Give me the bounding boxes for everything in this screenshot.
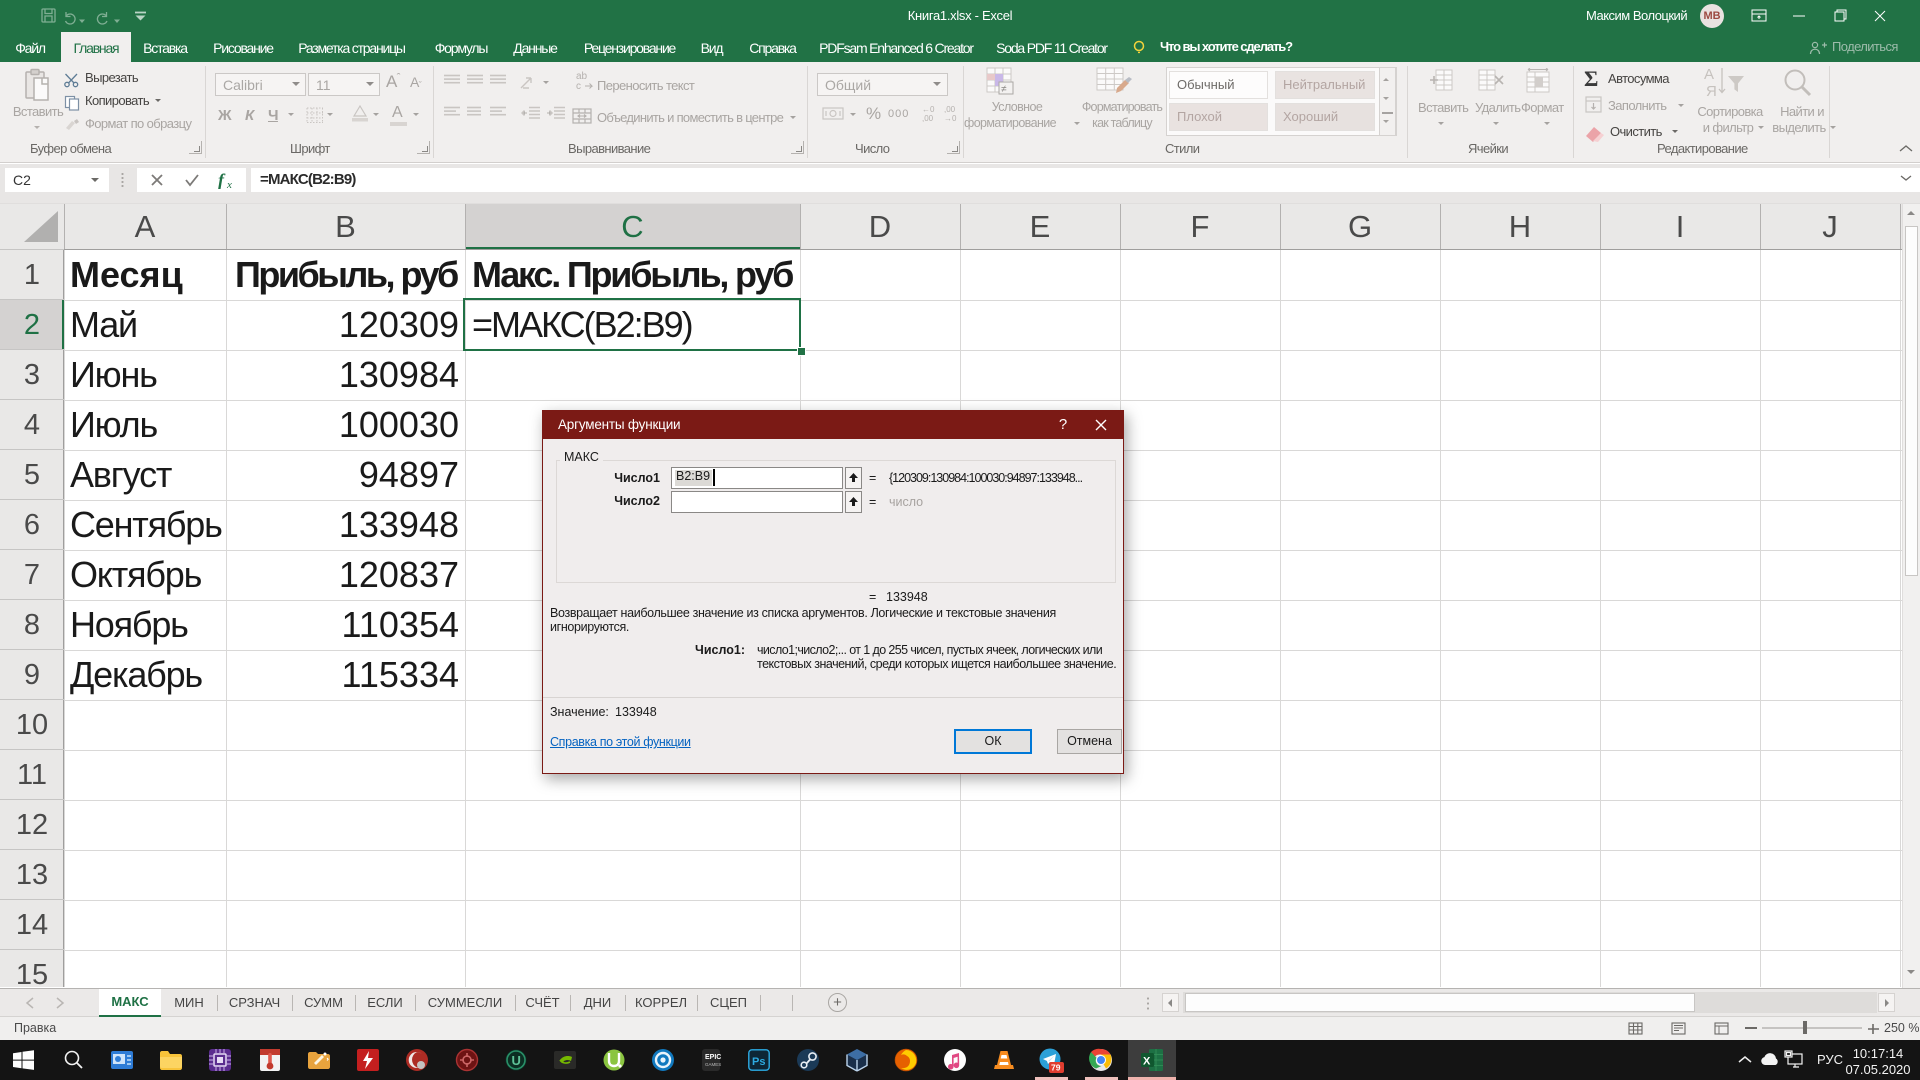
svg-text:f: f <box>218 171 226 189</box>
svg-text:А: А <box>1704 66 1714 83</box>
svg-text:←0: ←0 <box>922 105 935 114</box>
svg-text:,00: ,00 <box>944 105 956 114</box>
svg-text:U: U <box>512 1053 521 1068</box>
svg-text:GAMES: GAMES <box>705 1062 721 1067</box>
svg-text:,00: ,00 <box>922 114 934 122</box>
svg-text:c: c <box>576 81 581 90</box>
svg-text:X: X <box>1143 1056 1151 1068</box>
svg-text:x: x <box>226 179 232 189</box>
svg-text:≠: ≠ <box>1001 84 1007 95</box>
svg-text:79: 79 <box>1051 1063 1061 1073</box>
svg-text:Ps: Ps <box>752 1056 765 1068</box>
svg-text:Я: Я <box>1706 83 1717 100</box>
svg-text:EPIC: EPIC <box>705 1054 721 1061</box>
